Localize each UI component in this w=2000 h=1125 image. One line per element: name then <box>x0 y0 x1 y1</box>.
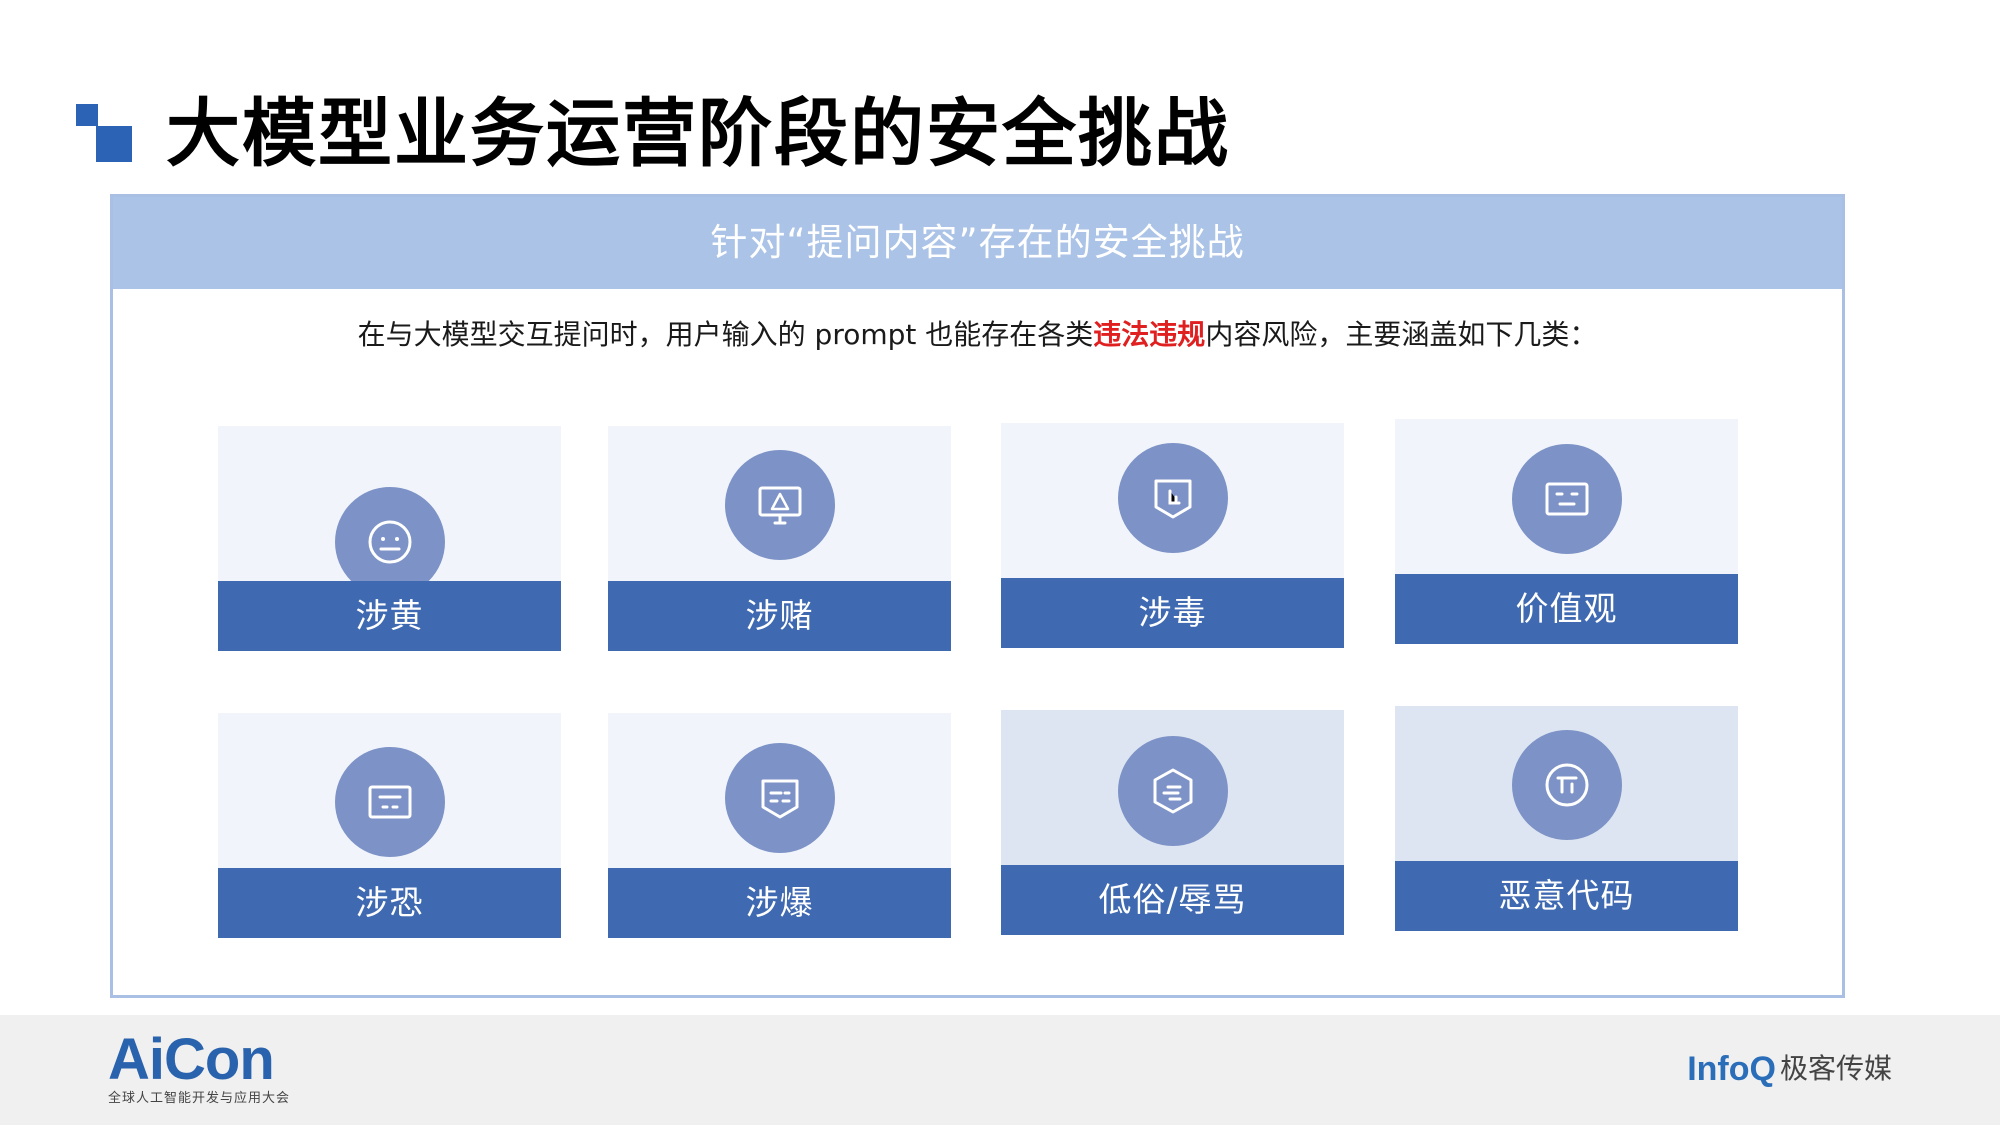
category-label: 低俗/辱骂 <box>1001 865 1344 935</box>
infoq-logo-text: InfoQ <box>1687 1050 1776 1088</box>
aicon-logo: AiCon 全球人工智能开发与应用大会 <box>108 1031 290 1107</box>
intro-highlight: 违法违规 <box>1093 318 1206 351</box>
title-decoration <box>76 104 132 162</box>
category-card-terrorism: 涉恐 <box>218 713 561 938</box>
category-label: 涉恐 <box>218 868 561 938</box>
shield-icon <box>724 743 835 853</box>
aicon-tagline: 全球人工智能开发与应用大会 <box>108 1091 291 1106</box>
hexagon-icon <box>1117 736 1228 846</box>
category-label: 涉爆 <box>608 868 951 938</box>
category-card-vulgarity: 低俗/辱骂 <box>1001 710 1344 935</box>
challenge-panel: 针对“提问内容”存在的安全挑战 在与大模型交互提问时，用户输入的 prompt … <box>110 194 1845 998</box>
category-card-values: 价值观 <box>1395 419 1738 644</box>
intro-after: 内容风险，主要涵盖如下几类： <box>1205 318 1598 351</box>
category-card-malicious-code: 恶意代码 <box>1395 706 1738 931</box>
category-label: 恶意代码 <box>1395 861 1738 931</box>
page-title: 大模型业务运营阶段的安全挑战 <box>166 91 1230 177</box>
category-card-explosives: 涉爆 <box>608 713 951 938</box>
category-label: 涉毒 <box>1001 578 1344 648</box>
infoq-logo: InfoQ 极客传媒 <box>1687 1049 1892 1089</box>
geek-media-text: 极客传媒 <box>1779 1052 1892 1085</box>
panel-header: 针对“提问内容”存在的安全挑战 <box>113 197 1842 289</box>
category-label: 涉黄 <box>218 581 561 651</box>
intro-before: 在与大模型交互提问时，用户输入的 prompt 也能存在各类 <box>357 318 1094 351</box>
category-label: 价值观 <box>1395 574 1738 644</box>
shield-icon <box>1117 443 1228 553</box>
category-card-drugs: 涉毒 <box>1001 423 1344 648</box>
screen-icon <box>334 747 445 857</box>
aicon-logo-text: AiCon <box>108 1027 275 1092</box>
category-label: 涉赌 <box>608 581 951 651</box>
intro-text: 在与大模型交互提问时，用户输入的 prompt 也能存在各类违法违规内容风险，主… <box>113 315 1842 355</box>
footer: AiCon 全球人工智能开发与应用大会 InfoQ 极客传媒 <box>0 1015 2000 1125</box>
monitor-warning-icon <box>724 450 835 560</box>
category-card-pornography: 涉黄 <box>218 426 561 651</box>
code-circle-icon <box>1511 730 1622 840</box>
screen-icon <box>1511 444 1622 554</box>
category-card-gambling: 涉赌 <box>608 426 951 651</box>
